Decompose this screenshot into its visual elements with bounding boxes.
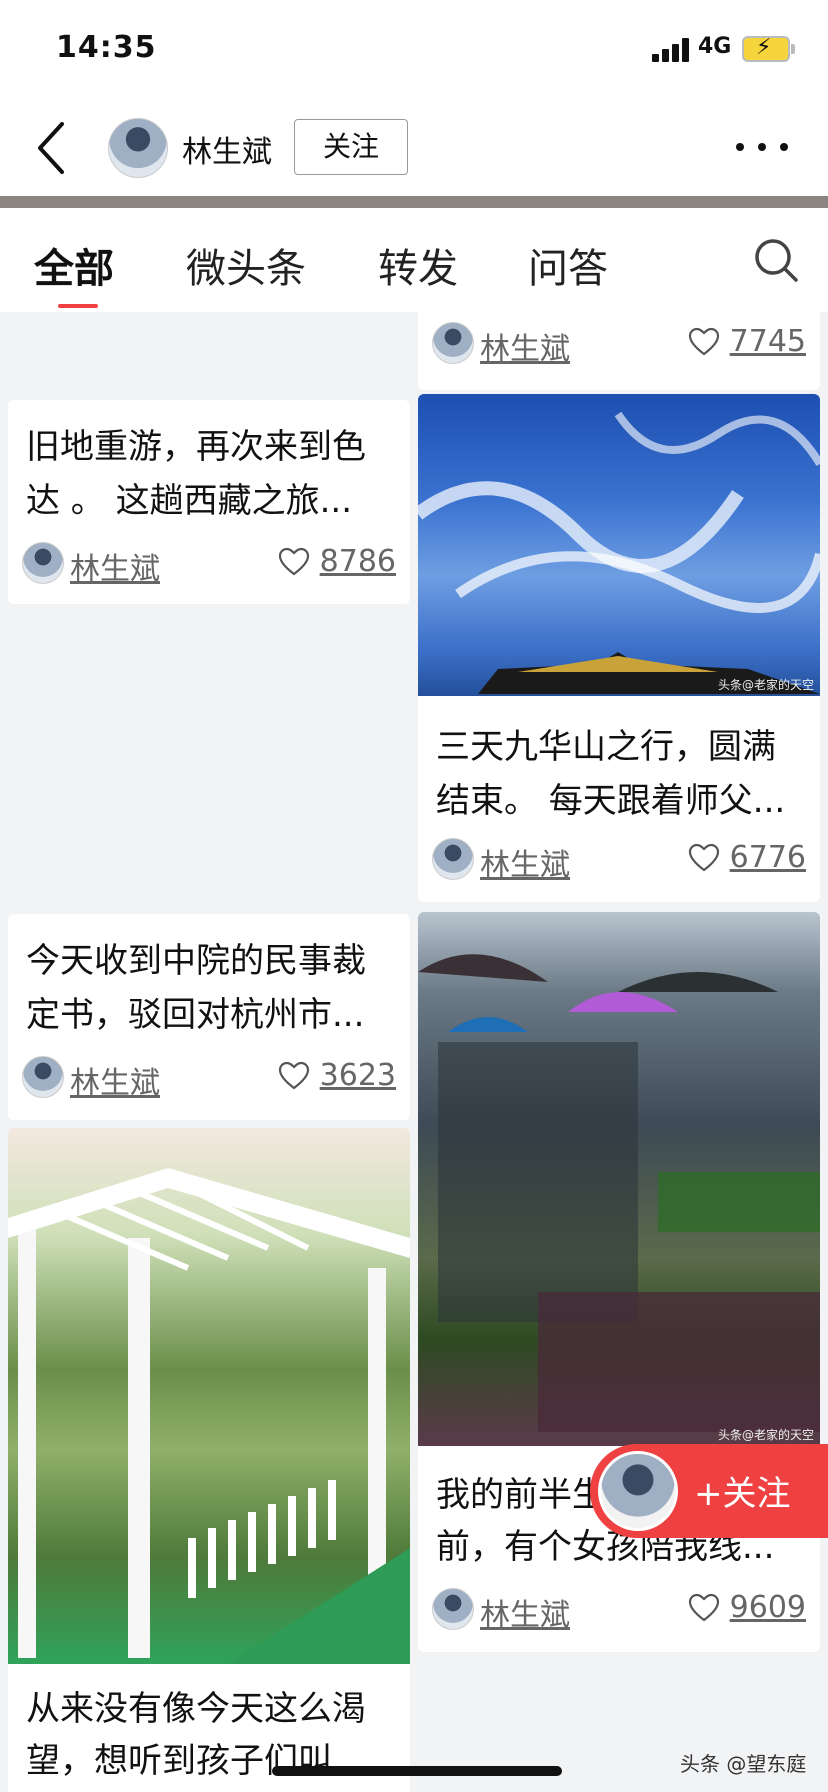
avatar (432, 322, 474, 364)
heart-icon[interactable] (688, 326, 720, 358)
like-count: 9609 (729, 1590, 806, 1625)
image-watermark: 头条@老家的天空 (717, 1428, 814, 1442)
card-title: 三天九华山之行，圆满结束。 每天跟着师父... (436, 727, 786, 821)
floating-follow-button[interactable]: +关注 (590, 1444, 828, 1538)
active-tab-indicator (58, 304, 98, 308)
follow-button[interactable]: 关注 (294, 119, 408, 175)
card-author[interactable]: 林生斌 (480, 324, 570, 368)
feed-card[interactable]: 头条@老家的天空 三天九华山之行，圆满结束。 每天跟着师父... 林生斌 677… (418, 394, 820, 902)
tab-reposts[interactable]: 转发 (378, 236, 458, 294)
avatar (432, 1588, 474, 1630)
footer-watermark: 头条 @望东庭 (680, 1752, 807, 1776)
card-author[interactable]: 林生斌 (480, 1590, 570, 1634)
feed-card[interactable]: 旧地重游，再次来到色达 。 这趟西藏之旅... 林生斌 8786 (8, 400, 410, 604)
home-indicator[interactable] (272, 1766, 562, 1776)
garden-pergola-image (8, 1168, 410, 1664)
status-bar: 14:35 4G ⚡ (0, 0, 828, 100)
card-meta: 林生斌 9609 (432, 1588, 806, 1634)
card-author[interactable]: 林生斌 (480, 840, 570, 884)
status-time: 14:35 (56, 30, 157, 65)
profile-header: 林生斌 关注 (0, 100, 828, 196)
card-title-line2: 望，想听到孩子们叫... (26, 1741, 365, 1781)
search-icon[interactable] (752, 236, 800, 284)
card-meta: 林生斌 7745 (432, 322, 806, 368)
post-image-sky[interactable]: 头条@老家的天空 (418, 394, 820, 696)
back-arrow-icon[interactable] (34, 120, 70, 176)
tab-qa[interactable]: 问答 (528, 236, 608, 294)
like-count: 7745 (729, 324, 806, 359)
image-watermark: 头条@老家的天空 (717, 678, 814, 692)
header-divider (0, 196, 828, 208)
heart-icon[interactable] (688, 842, 720, 874)
card-author[interactable]: 林生斌 (70, 1058, 160, 1102)
feed-card[interactable]: 今天收到中院的民事裁定书，驳回对杭州市... 林生斌 3623 (8, 914, 410, 1120)
like-count: 8786 (319, 544, 396, 579)
umbrella-crowd-image (418, 954, 820, 1432)
like-count: 3623 (319, 1058, 396, 1093)
tab-micro-headlines[interactable]: 微头条 (186, 236, 306, 294)
sky-clouds-image (418, 411, 820, 694)
tab-bar: 全部 微头条 转发 问答 (0, 208, 828, 312)
like-count: 6776 (729, 840, 806, 875)
post-image-garden[interactable] (8, 1128, 410, 1664)
avatar (432, 838, 474, 880)
floating-follow-label: +关注 (694, 1474, 791, 1514)
feed-card[interactable]: 从来没有像今天这么渴 望，想听到孩子们叫... (8, 1128, 410, 1792)
heart-icon[interactable] (688, 1592, 720, 1624)
card-meta: 林生斌 8786 (22, 542, 396, 588)
battery-icon: ⚡ (742, 35, 795, 62)
card-meta: 林生斌 3623 (22, 1056, 396, 1102)
card-author[interactable]: 林生斌 (70, 544, 160, 588)
author-avatar[interactable] (108, 118, 168, 178)
floating-avatar (598, 1451, 678, 1531)
heart-icon[interactable] (278, 1060, 310, 1092)
feed-card[interactable]: 头条@老家的天空 我的前半生 前，有个女孩陪我线... 林生斌 9609 (418, 912, 820, 1652)
avatar (22, 542, 64, 584)
card-meta: 林生斌 6776 (432, 838, 806, 884)
card-title-line1: 从来没有像今天这么渴 (26, 1689, 366, 1729)
card-title: 今天收到中院的民事裁定书，驳回对杭州市... (26, 941, 366, 1035)
feed-card-partial[interactable]: 林生斌 7745 (418, 312, 820, 390)
avatar (22, 1056, 64, 1098)
network-type: 4G (698, 34, 732, 59)
tab-all[interactable]: 全部 (34, 236, 114, 294)
heart-icon[interactable] (278, 546, 310, 578)
post-image-crowd[interactable]: 头条@老家的天空 (418, 912, 820, 1446)
card-title: 旧地重游，再次来到色达 。 这趟西藏之旅... (26, 427, 366, 521)
signal-icon (652, 38, 692, 62)
more-options-icon[interactable] (736, 143, 792, 153)
author-name[interactable]: 林生斌 (182, 127, 272, 171)
